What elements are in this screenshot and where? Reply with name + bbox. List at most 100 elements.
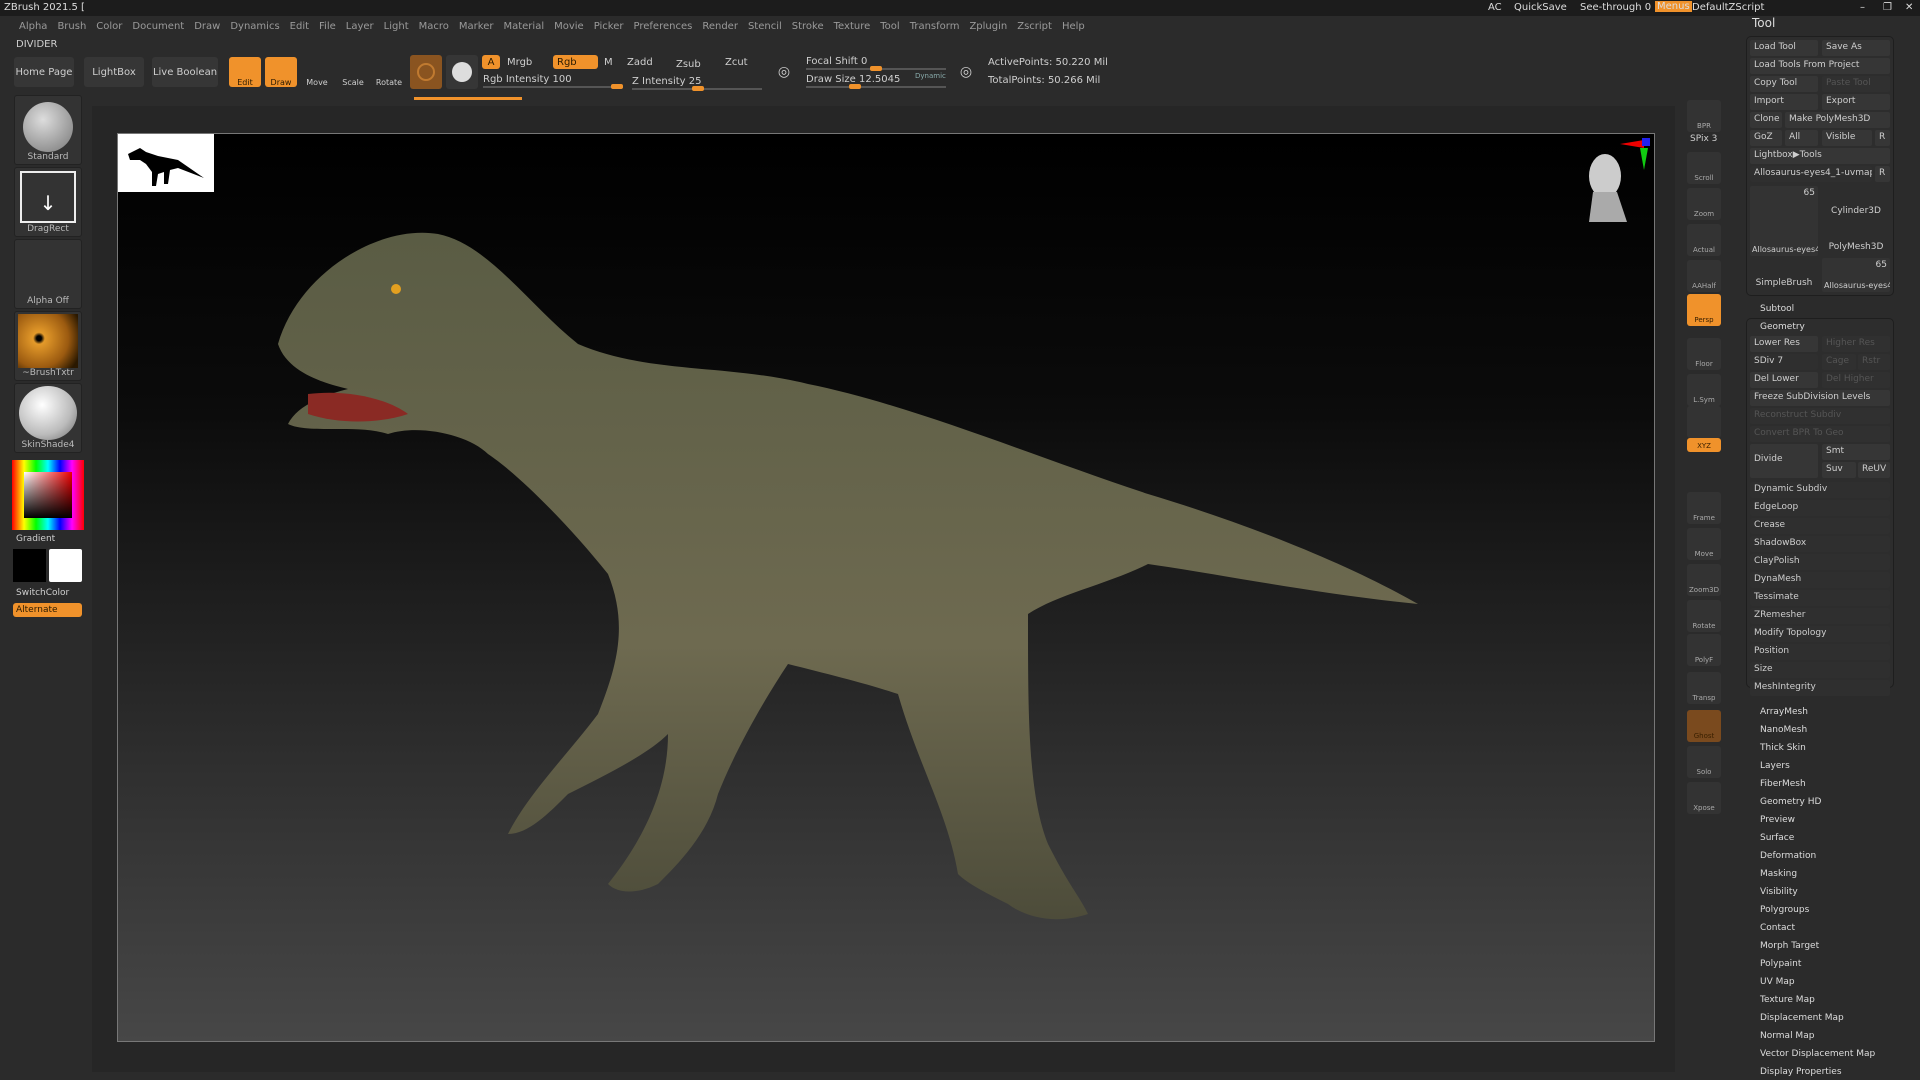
menu-tool[interactable]: Tool <box>875 17 904 37</box>
tool-thumb-allosaurus-2[interactable]: 65 Allosaurus-eyes4 <box>1822 258 1890 292</box>
menu-stencil[interactable]: Stencil <box>743 17 787 37</box>
section-vector-displacement-map[interactable]: Vector Displacement Map <box>1760 1049 1875 1059</box>
goz-button[interactable]: GoZ <box>1750 130 1782 146</box>
menu-preferences[interactable]: Preferences <box>629 17 698 37</box>
section-normal-map[interactable]: Normal Map <box>1760 1031 1814 1041</box>
xyz-button[interactable]: XYZ <box>1687 438 1721 452</box>
aahalf-button[interactable]: AAHalf <box>1687 260 1721 292</box>
main-color-swatch[interactable] <box>13 549 46 582</box>
focal-shift-slider[interactable] <box>806 66 946 71</box>
color-picker[interactable] <box>12 460 84 530</box>
geometry-dynamesh[interactable]: DynaMesh <box>1750 572 1890 588</box>
lock-button[interactable] <box>1687 406 1721 438</box>
section-layers[interactable]: Layers <box>1760 761 1790 771</box>
section-display-properties[interactable]: Display Properties <box>1760 1067 1842 1077</box>
menu-edit[interactable]: Edit <box>285 17 314 37</box>
menu-color[interactable]: Color <box>91 17 127 37</box>
move-button[interactable]: Move <box>302 57 332 87</box>
geometry-dynamic-subdiv[interactable]: Dynamic Subdiv <box>1750 482 1890 498</box>
home-page-button[interactable]: Home Page <box>14 57 74 87</box>
current-tool-r-button[interactable]: R <box>1875 166 1890 182</box>
section-arraymesh[interactable]: ArrayMesh <box>1760 707 1808 717</box>
move-button[interactable]: Move <box>1687 528 1721 560</box>
ghost-button[interactable]: Ghost <box>1687 710 1721 742</box>
mrgb-toggle[interactable]: Mrgb <box>507 57 532 68</box>
geometry-section[interactable]: Geometry <box>1760 322 1805 332</box>
section-uv-map[interactable]: UV Map <box>1760 977 1795 987</box>
stroke-selector[interactable]: ↓ DragRect <box>14 167 82 237</box>
scale-button[interactable]: Scale <box>338 57 368 87</box>
gradient-toggle[interactable]: Gradient <box>16 534 55 544</box>
material-selector[interactable]: SkinShade4 <box>14 383 82 453</box>
menu-macro[interactable]: Macro <box>414 17 454 37</box>
tool-palette-title[interactable]: Tool <box>1752 16 1775 30</box>
z-intensity-slider[interactable] <box>632 86 762 91</box>
geometry-edgeloop[interactable]: EdgeLoop <box>1750 500 1890 516</box>
menu-light[interactable]: Light <box>379 17 414 37</box>
goz-r-button[interactable]: R <box>1875 130 1890 146</box>
smt-toggle[interactable]: Smt <box>1822 444 1890 460</box>
tool-thumb-cylinder3d[interactable]: Cylinder3D <box>1822 186 1890 220</box>
scroll-button[interactable]: Scroll <box>1687 152 1721 184</box>
default-zscript-button[interactable]: DefaultZScript <box>1692 2 1764 13</box>
geometry-meshintegrity[interactable]: MeshIntegrity <box>1750 680 1890 696</box>
texture-selector[interactable]: ~BrushTxtr <box>14 311 82 381</box>
secondary-color-swatch[interactable] <box>49 549 82 582</box>
zadd-toggle[interactable]: Zadd <box>627 57 653 68</box>
section-texture-map[interactable]: Texture Map <box>1760 995 1815 1005</box>
rgb-intensity-slider[interactable] <box>483 84 623 89</box>
menu-transform[interactable]: Transform <box>905 17 965 37</box>
load-tools-from-project-button[interactable]: Load Tools From Project <box>1750 58 1890 74</box>
menu-picker[interactable]: Picker <box>589 17 629 37</box>
tool-thumb-simplebrush[interactable]: SimpleBrush <box>1750 258 1818 292</box>
copy-tool-button[interactable]: Copy Tool <box>1750 76 1818 92</box>
section-geometry-hd[interactable]: Geometry HD <box>1760 797 1821 807</box>
frame-button[interactable]: Frame <box>1687 492 1721 524</box>
subtool-section[interactable]: Subtool <box>1760 304 1794 314</box>
menu-stroke[interactable]: Stroke <box>787 17 829 37</box>
geometry-crease[interactable]: Crease <box>1750 518 1890 534</box>
bpr-button[interactable]: BPR <box>1687 100 1721 132</box>
section-deformation[interactable]: Deformation <box>1760 851 1816 861</box>
lightbox-tools-button[interactable]: Lightbox▶Tools <box>1750 148 1890 164</box>
zoom-button[interactable]: Zoom <box>1687 188 1721 220</box>
section-polypaint[interactable]: Polypaint <box>1760 959 1801 969</box>
alpha-selector[interactable]: Alpha Off <box>14 239 82 309</box>
geometry-shadowbox[interactable]: ShadowBox <box>1750 536 1890 552</box>
export-button[interactable]: Export <box>1822 94 1890 110</box>
import-button[interactable]: Import <box>1750 94 1818 110</box>
dynamic-toggle[interactable]: Dynamic <box>915 72 946 80</box>
menu-help[interactable]: Help <box>1057 17 1090 37</box>
restore-icon[interactable]: ❐ <box>1883 2 1892 13</box>
geometry-tessimate[interactable]: Tessimate <box>1750 590 1890 606</box>
goz-all-button[interactable]: All <box>1785 130 1818 146</box>
section-thick-skin[interactable]: Thick Skin <box>1760 743 1806 753</box>
brush-selector[interactable]: Standard <box>14 95 82 165</box>
current-tool-slider[interactable]: Allosaurus-eyes4_1-uvmap-3 <box>1750 166 1872 182</box>
menu-file[interactable]: File <box>314 17 341 37</box>
save-as-button[interactable]: Save As <box>1822 40 1890 56</box>
menu-render[interactable]: Render <box>697 17 743 37</box>
section-morph-target[interactable]: Morph Target <box>1760 941 1819 951</box>
lsym-button[interactable]: L.Sym <box>1687 374 1721 406</box>
section-surface[interactable]: Surface <box>1760 833 1794 843</box>
geometry-modify-topology[interactable]: Modify Topology <box>1750 626 1890 642</box>
actual-button[interactable]: Actual <box>1687 224 1721 256</box>
solo-button[interactable]: Solo <box>1687 746 1721 778</box>
menu-layer[interactable]: Layer <box>341 17 379 37</box>
see-through-slider[interactable]: See-through 0 <box>1580 2 1651 13</box>
alternate-button[interactable]: Alternate <box>13 603 82 617</box>
section-polygroups[interactable]: Polygroups <box>1760 905 1809 915</box>
cage-button[interactable]: Cage <box>1822 354 1856 370</box>
rstr-button[interactable]: Rstr <box>1858 354 1890 370</box>
sdiv-slider[interactable]: SDiv 7 <box>1750 354 1818 370</box>
section-visibility[interactable]: Visibility <box>1760 887 1798 897</box>
goz-visible-button[interactable]: Visible <box>1822 130 1872 146</box>
reuv-toggle[interactable]: ReUV <box>1858 462 1890 478</box>
menu-dynamics[interactable]: Dynamics <box>225 17 284 37</box>
del-higher-button[interactable]: Del Higher <box>1822 372 1890 388</box>
draw-button[interactable]: Draw <box>265 57 297 87</box>
live-boolean-button[interactable]: Live Boolean <box>152 57 218 87</box>
reconstruct-subdiv-button[interactable]: Reconstruct Subdiv <box>1750 408 1890 424</box>
geometry-claypolish[interactable]: ClayPolish <box>1750 554 1890 570</box>
